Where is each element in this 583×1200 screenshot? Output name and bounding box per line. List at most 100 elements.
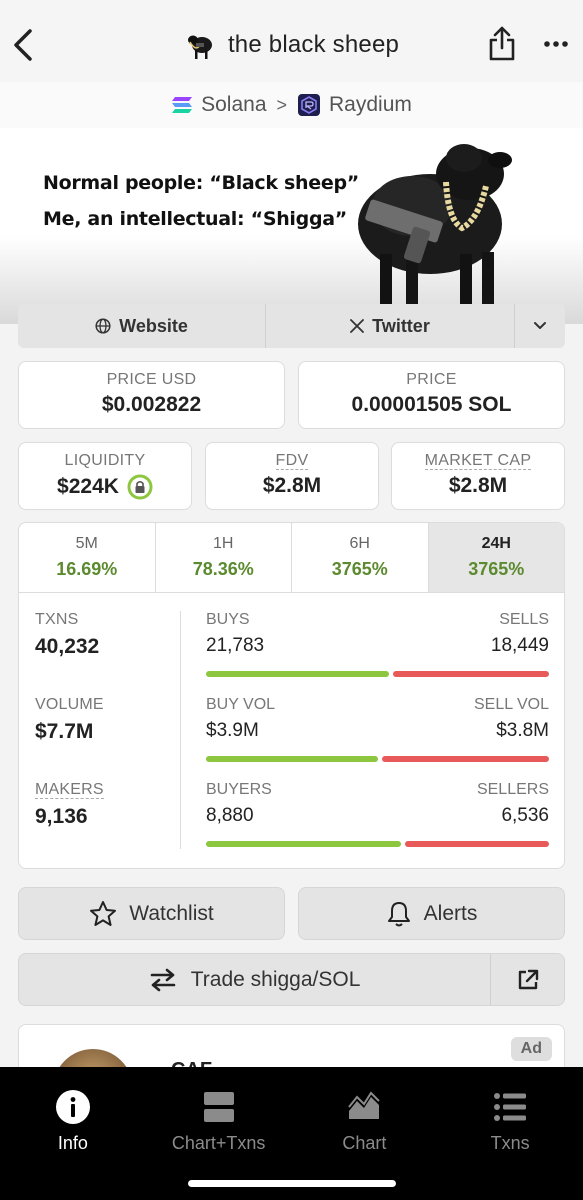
market-cap-card[interactable]: MARKET CAP $2.8M [391, 442, 565, 510]
external-link-icon [518, 969, 538, 989]
ad-badge: Ad [510, 1037, 552, 1061]
buys-value: 21,783 [206, 635, 265, 656]
alerts-button[interactable]: Alerts [298, 887, 565, 940]
watchlist-button[interactable]: Watchlist [18, 887, 285, 940]
tab-24h[interactable]: 24H 3765% [428, 523, 564, 592]
share-button[interactable] [486, 24, 518, 64]
twitter-label: Twitter [372, 315, 430, 336]
fdv-value: $2.8M [262, 474, 322, 497]
solana-icon [172, 97, 193, 113]
nav-label: Chart [342, 1133, 387, 1153]
tab-change-value: 78.36% [192, 559, 254, 579]
list-icon [494, 1093, 527, 1121]
sells-label: SELLS [499, 611, 549, 628]
token-avatar [187, 35, 212, 59]
dex-chip[interactable]: Raydium [297, 93, 412, 117]
website-button[interactable]: Website [18, 304, 266, 348]
nav-txns[interactable]: Txns [437, 1067, 583, 1200]
trade-button[interactable]: Trade shigga/SOL [18, 953, 565, 1006]
trading-stats-panel: 5M 16.69% 1H 78.36% 6H 3765% 24H 3765% T… [18, 522, 565, 869]
makers-label[interactable]: MAKERS [35, 781, 104, 799]
buyers-sellers-row: BUYERS SELLERS 8,880 6,536 [206, 781, 549, 866]
sell-vol-value: $3.8M [496, 720, 549, 741]
nav-label: Txns [490, 1133, 530, 1153]
sellers-value: 6,536 [501, 805, 549, 826]
buy-vol-value: $3.9M [206, 720, 259, 741]
token-banner: Normal people: “Black sheep” Me, an inte… [0, 128, 583, 324]
buy-bar-segment [206, 671, 389, 677]
buys-label: BUYS [206, 611, 250, 628]
txns-value: 40,232 [35, 635, 100, 658]
totals-column: TXNS 40,232 VOLUME $7.7M MAKERS 9,136 [35, 611, 175, 866]
buy-bar-segment [206, 756, 378, 762]
liquidity-label: LIQUIDITY [64, 452, 146, 469]
sell-bar-segment [393, 671, 549, 677]
tab-label: 6H [349, 535, 370, 552]
lock-icon[interactable] [127, 474, 153, 500]
market-cap-value: $2.8M [448, 474, 508, 497]
buy-sell-column: BUYS SELLS 21,783 18,449 BUY VOL SELL VO… [206, 611, 549, 866]
raydium-icon [298, 94, 321, 116]
website-label: Website [119, 315, 188, 336]
sell-bar-segment [382, 756, 549, 762]
price-native-label: PRICE [406, 371, 457, 388]
banner-text-line-2: Me, an intellectual: “Shigga” [43, 208, 347, 230]
makers-value: 9,136 [35, 805, 88, 828]
share-icon [489, 26, 515, 61]
more-links-dropdown[interactable] [515, 304, 565, 348]
chain-chip[interactable]: Solana [171, 93, 267, 117]
alerts-label: Alerts [423, 901, 478, 925]
social-links: Website Twitter [18, 304, 565, 348]
tab-label: 24H [481, 535, 511, 552]
nav-label: Info [57, 1133, 88, 1153]
tab-change-value: 3765% [331, 559, 388, 579]
sell-vol-label: SELL VOL [473, 696, 549, 713]
buy-bar-segment [206, 841, 401, 847]
buys-sells-ratio-bar [206, 671, 549, 677]
price-usd-card: PRICE USD $0.002822 [18, 361, 285, 429]
header: the black sheep [0, 0, 583, 82]
tab-change-value: 16.69% [56, 559, 118, 579]
volume-value: $7.7M [35, 720, 94, 743]
tab-label: 1H [213, 535, 234, 552]
bell-icon [387, 901, 410, 926]
black-sheep-image [358, 144, 512, 310]
chart-icon [348, 1091, 381, 1119]
open-external-button[interactable] [490, 954, 564, 1005]
info-icon [55, 1090, 90, 1124]
tab-label: 5M [75, 535, 98, 552]
liquidity-card: LIQUIDITY $224K [18, 442, 192, 510]
liquidity-value: $224K [57, 475, 119, 498]
chain-name: Solana [201, 93, 267, 116]
tab-5m[interactable]: 5M 16.69% [19, 523, 156, 592]
twitter-button[interactable]: Twitter [266, 304, 515, 348]
tab-6h[interactable]: 6H 3765% [292, 523, 429, 592]
price-native-card: PRICE 0.00001505 SOL [298, 361, 565, 429]
chain-breadcrumb: Solana > Raydium [0, 82, 583, 128]
market-cap-label: MARKET CAP [424, 452, 532, 470]
buyers-value: 8,880 [206, 805, 254, 826]
tab-1h[interactable]: 1H 78.36% [156, 523, 292, 592]
nav-info[interactable]: Info [0, 1067, 146, 1200]
fdv-card[interactable]: FDV $2.8M [205, 442, 379, 510]
more-options-button[interactable] [540, 28, 572, 60]
fdv-label: FDV [275, 452, 309, 470]
swap-arrows-icon [150, 968, 176, 991]
globe-icon [95, 318, 111, 334]
tab-change-value: 3765% [468, 559, 525, 579]
price-native-value: 0.00001505 SOL [351, 393, 512, 416]
buyers-ratio-bar [206, 841, 549, 847]
banner-text-line-1: Normal people: “Black sheep” [43, 172, 359, 194]
nav-label: Chart+Txns [171, 1133, 266, 1153]
volume-split-row: BUY VOL SELL VOL $3.9M $3.8M [206, 696, 549, 781]
trade-label: Trade shigga/SOL [190, 967, 361, 991]
timeframe-tabs: 5M 16.69% 1H 78.36% 6H 3765% 24H 3765% [19, 523, 564, 593]
volume-label: VOLUME [35, 696, 104, 713]
page-title: the black sheep [227, 31, 400, 58]
home-indicator [188, 1180, 396, 1187]
dex-name: Raydium [329, 93, 412, 116]
column-divider [180, 611, 181, 849]
sell-bar-segment [405, 841, 549, 847]
split-layout-icon [203, 1092, 234, 1122]
star-icon [90, 900, 117, 926]
